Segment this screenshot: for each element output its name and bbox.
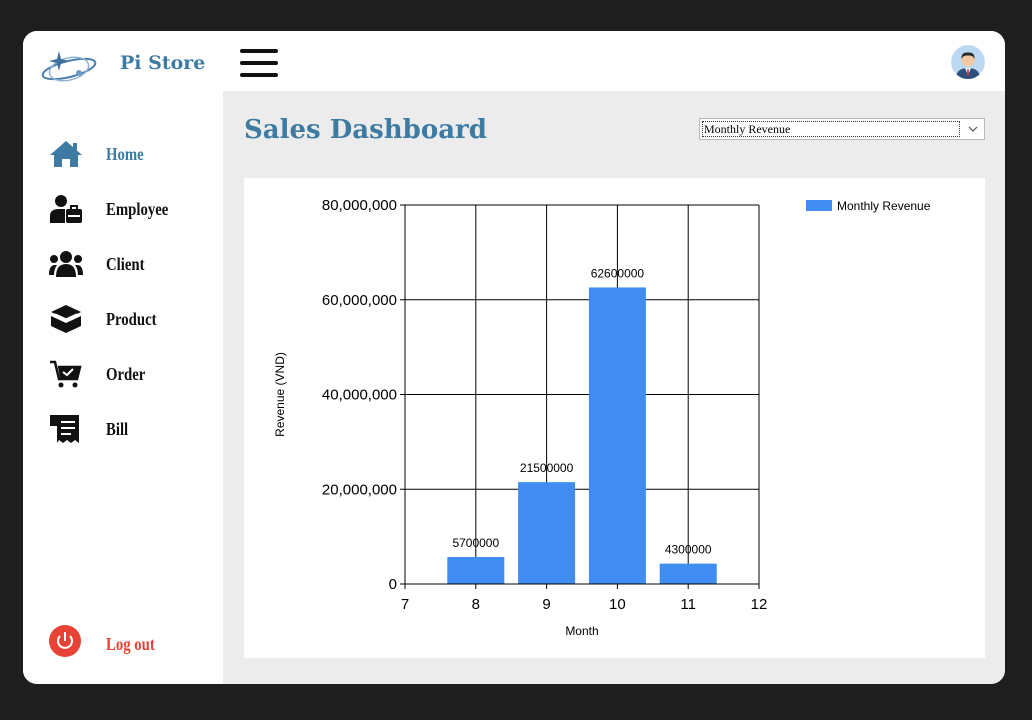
sidebar-item-label: Order	[106, 364, 146, 384]
x-tick-label: 9	[542, 596, 550, 613]
power-icon	[49, 625, 81, 657]
logout-button[interactable]: Log out	[49, 625, 209, 665]
sidebar-item-employee[interactable]: Employee	[49, 190, 209, 230]
report-type-selected-value: Monthly Revenue	[702, 121, 960, 137]
bar	[447, 556, 505, 584]
report-type-dropdown[interactable]: Monthly Revenue	[699, 118, 985, 140]
bar	[659, 563, 717, 584]
user-avatar[interactable]	[951, 45, 985, 79]
x-tick-label: 7	[401, 596, 409, 613]
y-tick-label: 80,000,000	[322, 197, 397, 214]
top-bar	[223, 31, 1005, 91]
sidebar-item-label: Bill	[106, 419, 129, 439]
sidebar-item-label: Home	[106, 144, 144, 164]
revenue-chart-panel: 5700000 21500000 62600000 4300000 0 20,000,00…	[244, 178, 985, 658]
bar	[588, 287, 646, 584]
bar-data-label: 62600000	[591, 266, 645, 280]
legend-swatch	[806, 200, 832, 211]
bar-data-label: 4300000	[665, 543, 712, 557]
sidebar-item-home[interactable]: Home	[49, 135, 209, 175]
main-content: Sales Dashboard Monthly Revenue 5700000 2…	[223, 91, 1005, 684]
box-icon	[51, 305, 81, 333]
x-tick-label: 10	[609, 596, 626, 613]
x-tick-label: 12	[751, 596, 768, 613]
y-axis-title: Revenue (VND)	[273, 352, 287, 437]
sidebar-item-bill[interactable]: Bill	[49, 410, 209, 450]
employee-badge-icon	[50, 195, 82, 223]
sidebar-item-product[interactable]: Product	[49, 300, 209, 340]
sidebar: Pi Store Home Employee Client Product Or…	[23, 31, 223, 684]
sidebar-item-label: Product	[106, 309, 157, 329]
sidebar-item-order[interactable]: Order	[49, 355, 209, 395]
y-tick-label: 20,000,000	[322, 481, 397, 498]
revenue-bar-chart: 5700000 21500000 62600000 4300000 0 20,000,00…	[273, 197, 931, 638]
legend-label: Monthly Revenue	[837, 199, 931, 213]
hamburger-menu-icon[interactable]	[240, 49, 278, 79]
y-tick-label: 40,000,000	[322, 387, 397, 404]
brand-name: Pi Store	[120, 52, 206, 74]
home-icon	[50, 141, 82, 167]
chevron-down-icon	[968, 126, 978, 132]
receipt-icon	[50, 415, 79, 443]
x-tick-label: 11	[680, 596, 696, 613]
y-tick-label: 0	[389, 576, 397, 593]
sidebar-item-label: Employee	[106, 199, 169, 219]
bar-data-label: 5700000	[452, 536, 499, 550]
x-axis-title: Month	[565, 624, 598, 638]
cart-check-icon	[50, 360, 82, 388]
app-window: Pi Store Home Employee Client Product Or…	[23, 31, 1005, 684]
logout-label: Log out	[106, 634, 155, 654]
x-tick-label: 8	[472, 596, 480, 613]
bar	[518, 482, 576, 584]
users-icon	[49, 251, 83, 277]
bar-data-label: 21500000	[520, 461, 574, 475]
y-tick-label: 60,000,000	[322, 292, 397, 309]
pi-store-logo	[41, 51, 97, 82]
page-title: Sales Dashboard	[244, 115, 487, 145]
sidebar-item-client[interactable]: Client	[49, 245, 209, 285]
sidebar-item-label: Client	[106, 254, 145, 274]
